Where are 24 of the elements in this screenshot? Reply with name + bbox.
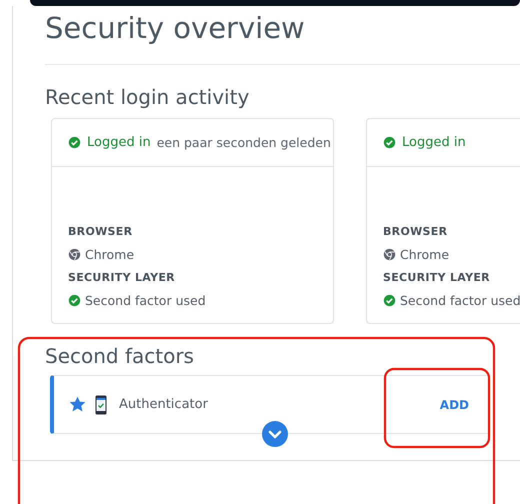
section-heading: Recent login activity bbox=[45, 84, 250, 110]
field-label: SECURITY LAYER bbox=[68, 271, 176, 286]
check-circle-icon bbox=[68, 294, 81, 307]
field-label: BROWSER bbox=[68, 225, 134, 240]
phone-icon bbox=[95, 394, 107, 414]
factor-name: Authenticator bbox=[119, 397, 208, 412]
login-status: Logged in bbox=[402, 135, 466, 150]
field-label: BROWSER bbox=[383, 225, 448, 240]
check-circle-icon bbox=[383, 136, 396, 149]
chevron-down-icon[interactable] bbox=[262, 421, 288, 447]
security-value: Second factor used bbox=[400, 293, 520, 308]
browser-name: Chrome bbox=[400, 247, 450, 262]
browser-icon bbox=[68, 248, 81, 261]
section-heading: Second factors bbox=[45, 343, 195, 369]
page-title: Security overview bbox=[45, 10, 306, 47]
browser-icon bbox=[383, 248, 396, 261]
add-button[interactable]: ADD bbox=[438, 394, 471, 416]
security-value: Second factor used bbox=[85, 293, 206, 308]
field-label: SECURITY LAYER bbox=[383, 271, 491, 286]
check-circle-icon bbox=[383, 294, 396, 307]
login-status: Logged in bbox=[87, 135, 151, 150]
login-time: een paar seconden geleden bbox=[156, 135, 331, 150]
check-circle-icon bbox=[68, 136, 81, 149]
browser-name: Chrome bbox=[85, 247, 134, 262]
